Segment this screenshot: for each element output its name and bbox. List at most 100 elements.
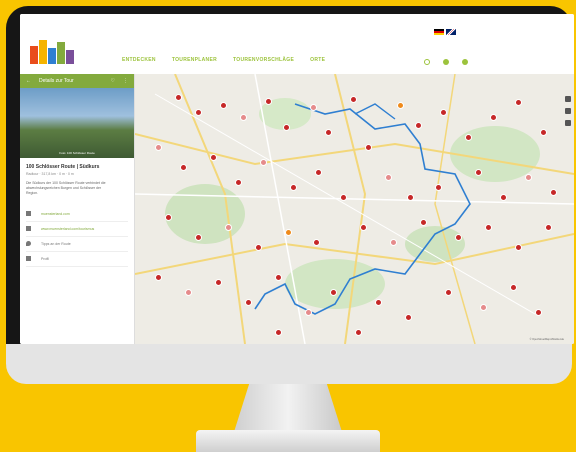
row-label: www.muensterland.com/tourismus <box>41 226 95 231</box>
map-marker[interactable] <box>465 134 472 141</box>
tour-title: 100 Schlösser Route | Südkurs <box>26 164 100 170</box>
map-controls <box>565 96 571 126</box>
user-icon[interactable] <box>462 59 468 65</box>
link-icon <box>26 211 31 217</box>
map-marker[interactable] <box>420 219 427 226</box>
sidebar-row-profile[interactable]: Profil <box>26 252 128 267</box>
map-attribution: © OpenStreetMap-Mitwirkende <box>529 338 564 341</box>
map-marker[interactable] <box>500 194 507 201</box>
more-icon[interactable]: ⋮ <box>123 78 128 84</box>
map-marker[interactable] <box>525 174 532 181</box>
map-marker[interactable] <box>390 239 397 246</box>
tour-photo: Foto: 100 Schlösser Route <box>20 88 134 158</box>
row-label: Tipps an der Route <box>41 241 71 246</box>
map-marker[interactable] <box>175 94 182 101</box>
map-marker[interactable] <box>195 109 202 116</box>
link-icon <box>26 226 31 232</box>
map-marker[interactable] <box>350 96 357 103</box>
tour-description: Die Südkurs der 100 Schlösser Route verb… <box>26 180 106 196</box>
map-marker[interactable] <box>155 274 162 281</box>
map-marker[interactable] <box>235 179 242 186</box>
map-marker[interactable] <box>305 309 312 316</box>
map-marker[interactable] <box>283 124 290 131</box>
sidebar-row-website[interactable]: muensterland.com <box>26 207 128 222</box>
tour-meta: Radtour · 317,8 km · 0 m · 0 m <box>26 172 74 176</box>
map-marker[interactable] <box>315 169 322 176</box>
layers-icon[interactable] <box>565 120 571 126</box>
map-marker[interactable] <box>340 194 347 201</box>
tour-sidebar: ← Details zur Tour ♡ ⋮ Foto: 100 Schlöss… <box>20 74 135 344</box>
sidebar-header: ← Details zur Tour ♡ ⋮ <box>20 74 134 88</box>
row-label: muensterland.com <box>41 211 70 216</box>
map-marker[interactable] <box>415 122 422 129</box>
info-icon[interactable] <box>443 59 449 65</box>
map-marker[interactable] <box>285 229 292 236</box>
map-marker[interactable] <box>275 329 282 336</box>
map-marker[interactable] <box>180 164 187 171</box>
zoom-out-icon[interactable] <box>565 108 571 114</box>
map-marker[interactable] <box>265 98 272 105</box>
zoom-in-icon[interactable] <box>565 96 571 102</box>
sidebar-row-tourism[interactable]: www.muensterland.com/tourismus <box>26 222 128 237</box>
map-marker[interactable] <box>355 329 362 336</box>
map-marker[interactable] <box>240 114 247 121</box>
monitor-base <box>196 430 380 452</box>
map-marker[interactable] <box>275 274 282 281</box>
map-marker[interactable] <box>260 159 267 166</box>
map-marker[interactable] <box>360 224 367 231</box>
map-marker[interactable] <box>310 104 317 111</box>
map-marker[interactable] <box>407 194 414 201</box>
map-marker[interactable] <box>515 244 522 251</box>
search-icon[interactable] <box>424 59 430 65</box>
map-marker[interactable] <box>195 234 202 241</box>
map-marker[interactable] <box>313 239 320 246</box>
map-marker[interactable] <box>365 144 372 151</box>
map-marker[interactable] <box>445 289 452 296</box>
map-marker[interactable] <box>485 224 492 231</box>
screen: ENTDECKEN TOURENPLANER TOURENVORSCHLÄGE … <box>20 14 574 344</box>
map-marker[interactable] <box>245 299 252 306</box>
map-marker[interactable] <box>225 224 232 231</box>
map-marker[interactable] <box>440 109 447 116</box>
map-marker[interactable] <box>550 189 557 196</box>
map-marker[interactable] <box>255 244 262 251</box>
map-marker[interactable] <box>397 102 404 109</box>
map-marker[interactable] <box>185 289 192 296</box>
map-marker[interactable] <box>435 184 442 191</box>
map-marker[interactable] <box>405 314 412 321</box>
sidebar-row-tips[interactable]: Tipps an der Route <box>26 237 128 252</box>
map-marker[interactable] <box>455 234 462 241</box>
header-tools <box>424 59 468 65</box>
map-marker[interactable] <box>515 99 522 106</box>
german-flag-icon[interactable] <box>434 29 444 35</box>
english-flag-icon[interactable] <box>446 29 456 35</box>
map-marker[interactable] <box>385 174 392 181</box>
monitor-stand <box>234 384 342 432</box>
map-marker[interactable] <box>480 304 487 311</box>
map-marker[interactable] <box>535 309 542 316</box>
map-marker[interactable] <box>330 289 337 296</box>
map-marker[interactable] <box>220 102 227 109</box>
nav-item-orte[interactable]: ORTE <box>310 57 325 63</box>
nav-item-tourenplaner[interactable]: TOURENPLANER <box>172 57 217 63</box>
map-marker[interactable] <box>510 284 517 291</box>
map-marker[interactable] <box>165 214 172 221</box>
nav-item-entdecken[interactable]: ENTDECKEN <box>122 57 156 63</box>
heart-icon[interactable]: ♡ <box>111 78 115 84</box>
map-marker[interactable] <box>290 184 297 191</box>
nav-item-tourenvorschlaege[interactable]: TOURENVORSCHLÄGE <box>233 57 294 63</box>
map-marker[interactable] <box>325 129 332 136</box>
sidebar-title: Details zur Tour <box>39 78 74 84</box>
map[interactable]: © OpenStreetMap-Mitwirkende <box>135 74 574 344</box>
chart-icon <box>26 256 31 262</box>
map-marker[interactable] <box>490 114 497 121</box>
map-marker[interactable] <box>155 144 162 151</box>
map-marker[interactable] <box>375 299 382 306</box>
back-arrow-icon[interactable]: ← <box>26 78 31 84</box>
site-logo[interactable] <box>30 38 80 64</box>
map-marker[interactable] <box>545 224 552 231</box>
map-marker[interactable] <box>210 154 217 161</box>
map-marker[interactable] <box>540 129 547 136</box>
map-marker[interactable] <box>215 279 222 286</box>
map-marker[interactable] <box>475 169 482 176</box>
